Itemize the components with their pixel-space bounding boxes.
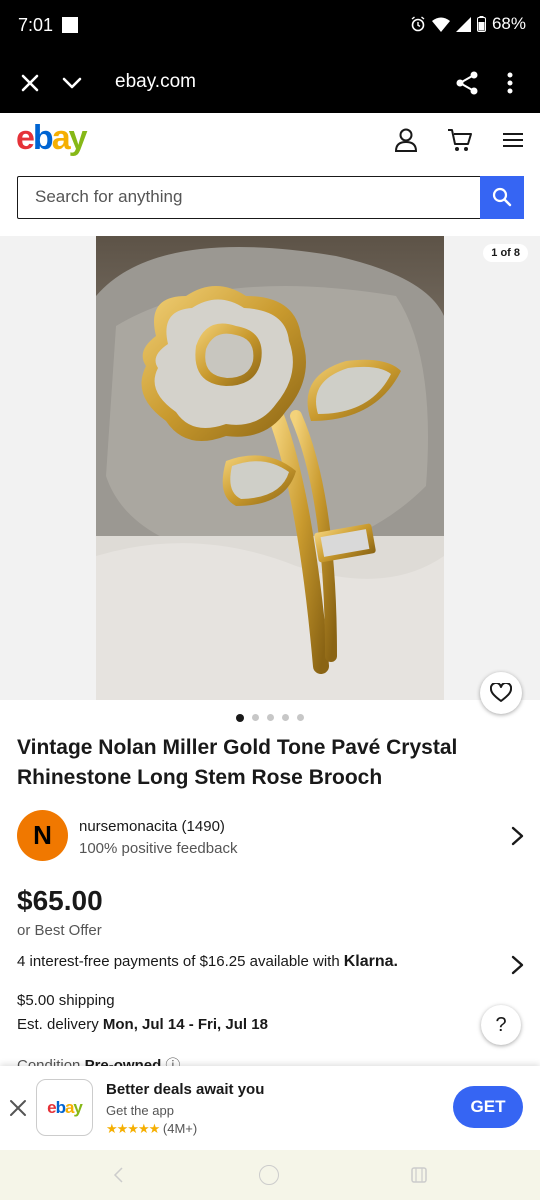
battery-percent: 68% (491, 14, 526, 33)
status-time: 7:01 (18, 15, 54, 35)
seller-name: nursemonacita (1490) (79, 818, 225, 835)
banner-subtitle: Get the app (106, 1103, 174, 1118)
alarm-icon (411, 16, 425, 32)
signal-icon (455, 16, 471, 32)
delivery-dates: Mon, Jul 14 - Fri, Jul 18 (102, 1016, 268, 1033)
site-header: ebay (0, 113, 540, 171)
app-rating: ★★★★★ (4M+) (106, 1121, 198, 1136)
best-offer-label: or Best Offer (17, 922, 102, 939)
chevron-right-icon (511, 826, 524, 846)
battery-icon (476, 16, 486, 32)
system-nav-bar (0, 1150, 540, 1200)
search-input[interactable] (18, 177, 480, 217)
app-icon: ebay (36, 1079, 93, 1136)
wifi-icon (431, 17, 450, 32)
seller-info[interactable]: N nursemonacita (1490) 100% positive fee… (17, 810, 527, 862)
help-button[interactable]: ? (481, 1005, 521, 1045)
gallery-dot[interactable] (267, 714, 274, 721)
gallery-dot[interactable] (297, 714, 304, 721)
share-icon[interactable] (454, 70, 480, 96)
gallery-dots (236, 713, 304, 722)
menu-icon[interactable] (501, 127, 525, 153)
ebay-logo[interactable]: ebay (16, 119, 88, 158)
status-bar: 7:01 68% (0, 0, 540, 52)
klarna-logo: Klarna. (343, 953, 398, 970)
seller-avatar: N (17, 810, 68, 861)
seller-feedback: 100% positive feedback (79, 840, 238, 857)
shipping-cost: $5.00 shipping (17, 992, 115, 1009)
klarna-text: 4 interest-free payments of $16.25 avail… (17, 953, 340, 970)
url-text[interactable]: ebay.com (115, 71, 196, 93)
home-icon[interactable] (259, 1165, 279, 1185)
get-app-button[interactable]: GET (453, 1086, 523, 1128)
more-vertical-icon[interactable] (500, 70, 520, 96)
product-photo[interactable] (96, 236, 444, 700)
chevron-down-icon[interactable] (60, 71, 84, 95)
account-icon[interactable] (393, 127, 419, 153)
star-icon: ★★★★★ (106, 1121, 160, 1136)
close-icon[interactable] (8, 1098, 28, 1118)
banner-title: Better deals await you (106, 1081, 265, 1098)
cart-icon[interactable] (447, 127, 473, 153)
chevron-right-icon (511, 955, 524, 975)
search-button[interactable] (480, 175, 524, 219)
gallery-dot[interactable] (282, 714, 289, 721)
notification-icon (62, 17, 78, 33)
gallery-dot[interactable] (236, 713, 244, 722)
image-gallery[interactable]: 1 of 8 (0, 236, 540, 700)
recent-apps-icon[interactable] (410, 1166, 428, 1184)
estimated-delivery: Est. delivery Mon, Jul 14 - Fri, Jul 18 (17, 1016, 268, 1033)
klarna-financing[interactable]: 4 interest-free payments of $16.25 avail… (17, 953, 527, 975)
browser-toolbar: ebay.com (0, 52, 540, 113)
search-bar (17, 175, 524, 219)
app-banner: ebay Better deals await you Get the app … (0, 1066, 540, 1150)
back-icon[interactable] (110, 1166, 128, 1184)
search-icon (492, 187, 512, 207)
close-icon[interactable] (18, 71, 42, 95)
image-counter: 1 of 8 (483, 244, 528, 262)
price: $65.00 (17, 885, 103, 916)
listing-title: Vintage Nolan Miller Gold Tone Pavé Crys… (17, 736, 458, 789)
watchlist-button[interactable] (480, 672, 522, 714)
heart-icon (490, 683, 512, 702)
gallery-dot[interactable] (252, 714, 259, 721)
status-icons: 68% (410, 14, 526, 34)
